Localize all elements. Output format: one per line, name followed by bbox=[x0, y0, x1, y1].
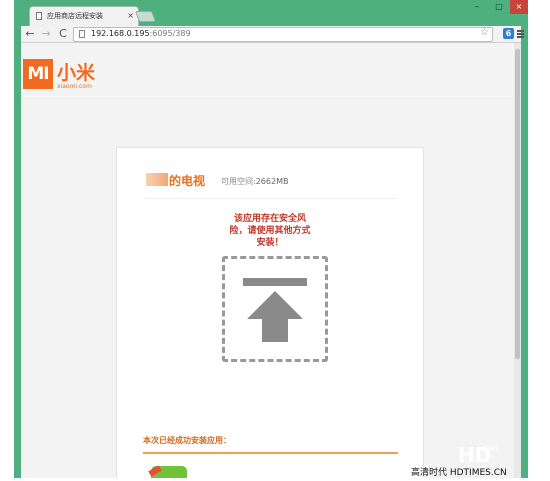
available-space: 可用空间:2662MB bbox=[221, 176, 288, 187]
url-path: :6095/389 bbox=[149, 29, 191, 38]
tab-title: 应用商店远程安装 bbox=[47, 12, 103, 20]
install-card: 的电视 可用空间:2662MB 该应用存在安全风 险，请使用其他方式 安装！ 本… bbox=[116, 147, 424, 478]
security-warning: 该应用存在安全风 险，请使用其他方式 安装！ bbox=[218, 213, 322, 249]
warning-line: 险，请使用其他方式 bbox=[229, 226, 311, 236]
forward-arrow-icon[interactable]: → bbox=[39, 26, 53, 42]
close-window-button[interactable]: × bbox=[510, 0, 528, 14]
brand-url: xiaomi.com bbox=[57, 83, 92, 90]
bookmark-star-icon[interactable]: ☆ bbox=[480, 27, 489, 39]
address-bar[interactable]: 192.168.0.195:6095/389 ☆ bbox=[73, 27, 493, 42]
reload-icon[interactable]: C bbox=[56, 26, 70, 42]
url-host: 192.168.0.195 bbox=[91, 29, 150, 38]
page-viewport: MI 小米 xiaomi.com 的电视 可用空间:2662MB 该应用存在安全… bbox=[21, 43, 521, 478]
site-header: MI 小米 xiaomi.com bbox=[21, 43, 514, 99]
xiaomi-logo[interactable]: MI bbox=[23, 59, 53, 89]
browser-window: 应用商店远程安装 × – □ × ← → C 192.168.0.195:609… bbox=[14, 0, 528, 478]
maximize-button[interactable]: □ bbox=[488, 0, 510, 14]
page-icon bbox=[36, 12, 42, 20]
installed-apps-heading: 本次已经成功安装应用： bbox=[143, 436, 231, 445]
space-label: 可用空间: bbox=[221, 177, 256, 186]
warning-line: 安装！ bbox=[256, 238, 284, 248]
watermark-text: 高清时代 HDTIMES.CN bbox=[411, 468, 507, 478]
tab-close-icon[interactable]: × bbox=[127, 7, 134, 25]
tab-strip: 应用商店远程安装 × – □ × bbox=[14, 0, 528, 26]
divider bbox=[144, 198, 398, 199]
redacted-owner-name bbox=[146, 173, 168, 186]
browser-toolbar: ← → C 192.168.0.195:6095/389 ☆ 6 bbox=[21, 26, 524, 43]
minimize-button[interactable]: – bbox=[466, 0, 488, 14]
upload-dropzone[interactable] bbox=[222, 256, 328, 362]
brand-name: 小米 bbox=[57, 62, 96, 84]
device-name: 的电视 bbox=[169, 174, 206, 188]
scrollbar-thumb[interactable] bbox=[515, 49, 520, 359]
installed-app-icon[interactable] bbox=[148, 465, 187, 478]
page-icon bbox=[79, 30, 85, 38]
divider bbox=[143, 452, 398, 454]
back-arrow-icon[interactable]: ← bbox=[23, 26, 37, 42]
menu-icon[interactable] bbox=[517, 30, 524, 39]
new-tab-button[interactable] bbox=[134, 11, 157, 22]
scrollbar[interactable] bbox=[514, 43, 521, 478]
warning-line: 该应用存在安全风 bbox=[233, 214, 306, 224]
upload-arrow-icon bbox=[243, 278, 307, 342]
ribbon-badge bbox=[148, 465, 162, 477]
space-value: 2662MB bbox=[255, 177, 289, 186]
tab-app-store-remote-install[interactable]: 应用商店远程安装 × bbox=[29, 6, 139, 26]
extension-icon[interactable]: 6 bbox=[503, 28, 514, 39]
url-text: 192.168.0.195:6095/389 bbox=[91, 28, 191, 40]
watermark-logo-subtext: 高清时代 bbox=[483, 446, 499, 458]
